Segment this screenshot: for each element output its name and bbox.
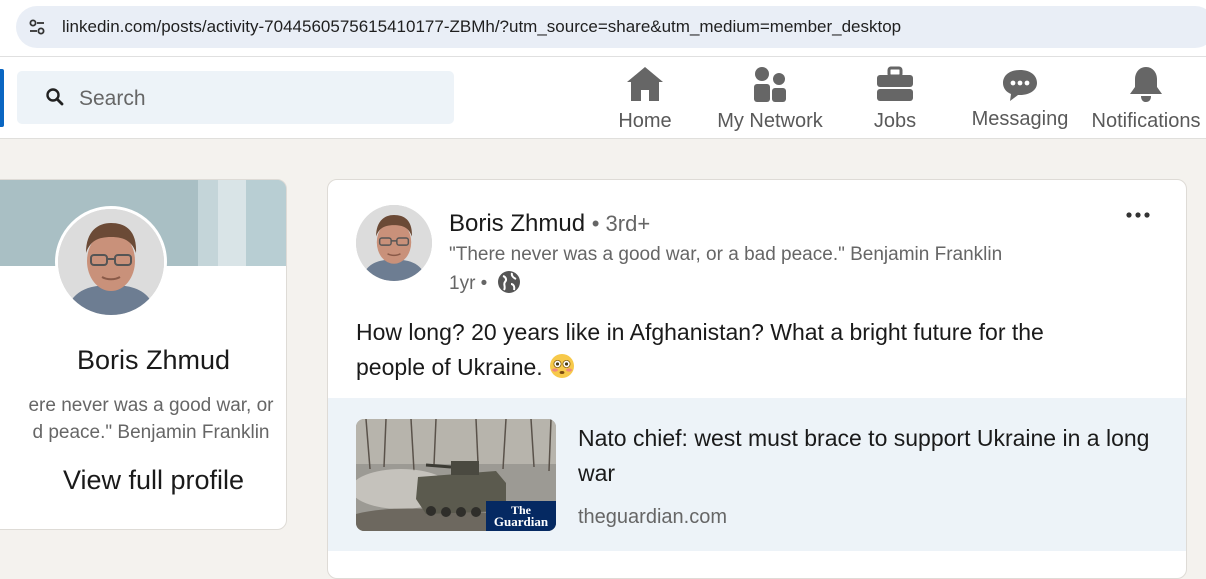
flushed-face-emoji-icon (550, 353, 575, 378)
feed-post: Boris Zhmud • 3rd+ "There never was a go… (327, 179, 1187, 579)
top-nav: Search Home My Network Jobs Messaging No… (0, 57, 1206, 139)
post-author-name[interactable]: Boris Zhmud (449, 210, 585, 237)
article-thumbnail[interactable]: The Guardian (356, 419, 556, 531)
network-icon (754, 67, 786, 102)
linkedin-logo[interactable] (0, 69, 4, 127)
search-input[interactable]: Search (17, 71, 454, 124)
post-text-line: people of Ukraine. (356, 350, 1156, 385)
connection-degree: • 3rd+ (591, 211, 651, 236)
nav-my-network-label: My Network (717, 110, 823, 132)
profile-card: Boris Zhmud ere never was a good war, or… (0, 179, 287, 530)
post-timestamp: 1yr • (449, 271, 521, 296)
profile-headline-line: ere never was a good war, or (28, 395, 274, 416)
post-text-segment: people of Ukraine. (356, 354, 543, 380)
post-text-line: How long? 20 years like in Afghanistan? … (356, 319, 1044, 345)
avatar-photo (58, 209, 164, 315)
post-author-line: Boris Zhmud • 3rd+ (449, 210, 650, 238)
post-author-headline: "There never was a good war, or a bad pe… (449, 244, 1003, 265)
nav-messaging[interactable]: Messaging (966, 63, 1074, 139)
globe-icon (497, 271, 520, 293)
guardian-logo-line: Guardian (493, 514, 549, 529)
post-time-text: 1yr • (449, 273, 488, 295)
nav-notifications[interactable]: Notifications (1086, 63, 1206, 139)
search-placeholder: Search (79, 87, 146, 110)
avatar-photo (356, 205, 432, 281)
nav-jobs-label: Jobs (873, 110, 917, 132)
post-author-avatar[interactable] (356, 205, 432, 281)
view-full-profile-link[interactable]: View full profile (0, 465, 286, 496)
cover-band (246, 180, 286, 266)
search-icon (46, 88, 64, 106)
guardian-logo: The Guardian (486, 502, 556, 531)
messaging-icon (1003, 70, 1037, 101)
profile-headline: ere never was a good war, or d peace." B… (0, 392, 281, 446)
article-title[interactable]: Nato chief: west must brace to support U… (578, 421, 1158, 491)
profile-name[interactable]: Boris Zhmud (0, 345, 286, 376)
address-bar[interactable]: linkedin.com/posts/activity-704456057561… (16, 6, 1206, 48)
avatar[interactable] (55, 206, 167, 318)
nav-home[interactable]: Home (605, 63, 685, 139)
site-settings-icon[interactable] (28, 18, 46, 36)
browser-toolbar: linkedin.com/posts/activity-704456057561… (0, 0, 1206, 57)
url-text[interactable]: linkedin.com/posts/activity-704456057561… (62, 17, 901, 37)
nav-messaging-label: Messaging (971, 108, 1069, 130)
nav-home-label: Home (618, 110, 672, 132)
briefcase-icon (877, 66, 913, 101)
home-icon (627, 67, 663, 101)
nav-notifications-label: Notifications (1091, 110, 1201, 132)
bell-icon (1130, 67, 1162, 102)
article-preview[interactable]: The Guardian Nato chief: west must brace… (328, 398, 1186, 551)
article-source: theguardian.com (578, 506, 727, 528)
more-options-icon[interactable] (1125, 208, 1151, 222)
nav-my-network[interactable]: My Network (708, 63, 832, 139)
nav-jobs[interactable]: Jobs (855, 63, 935, 139)
post-body: How long? 20 years like in Afghanistan? … (356, 315, 1156, 385)
profile-headline-line: d peace." Benjamin Franklin (32, 422, 270, 443)
cover-band (218, 180, 248, 266)
